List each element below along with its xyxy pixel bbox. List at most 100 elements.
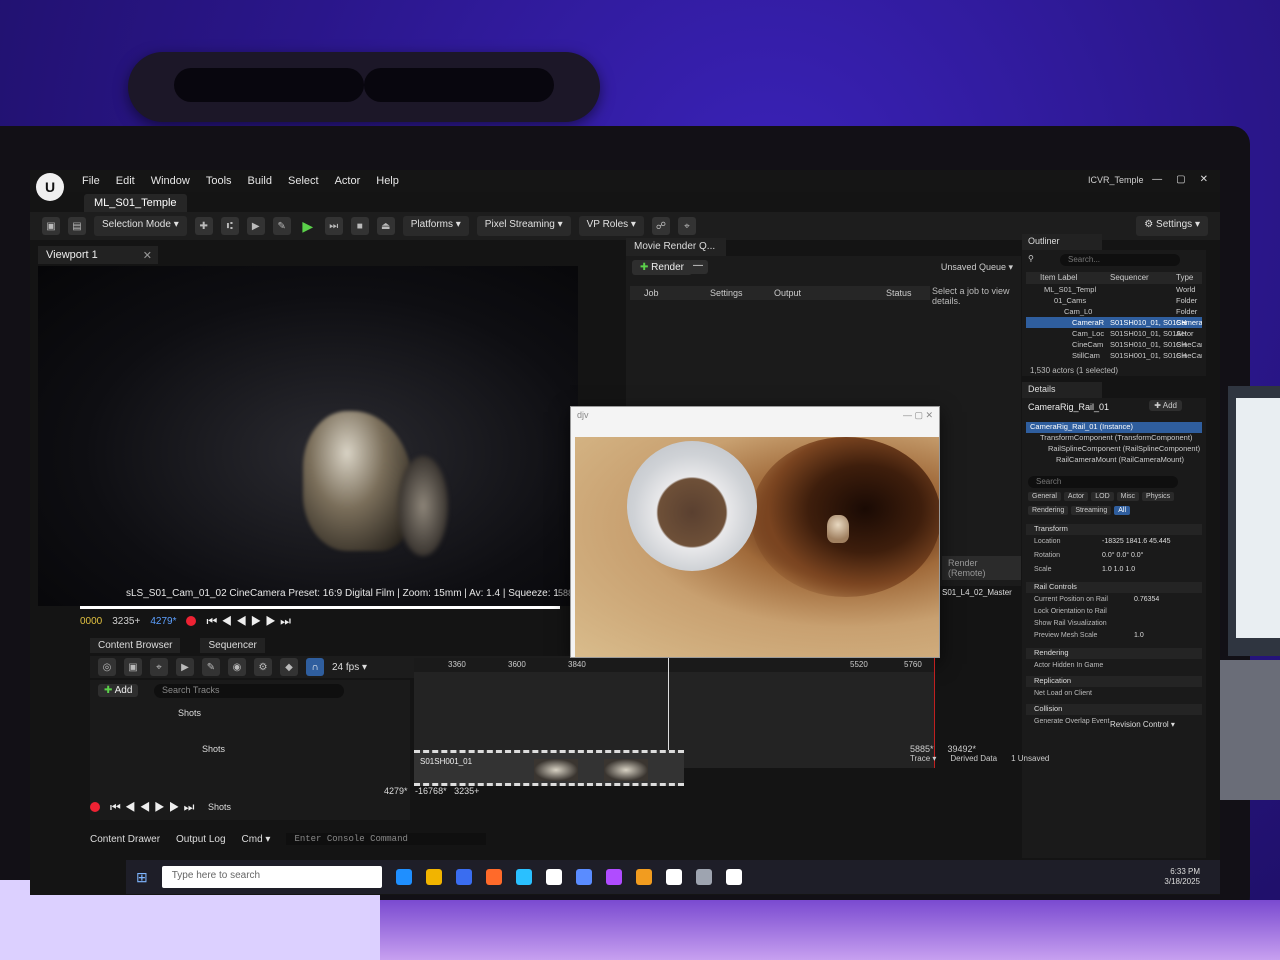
eject-icon[interactable]: ⏏ [376,217,395,235]
render-movie-icon[interactable]: ▶ [176,658,194,676]
djv-icon[interactable] [725,869,742,885]
windows-start-icon[interactable]: ⊞ [136,869,148,886]
filter-lod[interactable]: LOD [1091,492,1114,501]
section-rail-controls[interactable]: Rail Controls [1026,582,1202,593]
level-tab[interactable]: ML_S01_Temple [84,194,187,212]
unsaved-queue-dropdown[interactable]: Unsaved Queue ▾ [941,262,1013,273]
virtual-camera-icon[interactable]: ⌖ [677,217,696,235]
remove-job-button[interactable]: — [688,260,708,274]
outliner-row-selected[interactable]: CameraR S01SH010_01, S01SH Camera [1026,317,1202,328]
output-log-button[interactable]: Output Log [176,834,225,845]
movie-render-tab[interactable]: Movie Render Q... [626,238,726,256]
range-current[interactable]: 4279* [384,786,408,796]
menu-window[interactable]: Window [151,175,190,187]
close-icon[interactable]: ✕ [1200,174,1208,185]
shot-film-strip[interactable]: S01SH001_01 [414,750,684,786]
component-row[interactable]: TransformComponent (TransformComponent) [1026,433,1202,444]
stop-icon[interactable]: ■ [350,217,369,235]
app-icon[interactable] [635,869,652,885]
filter-actor[interactable]: Actor [1063,492,1089,501]
cinematics-icon[interactable]: ▶ [246,217,265,235]
transport-controls-icon[interactable]: ⏮◀◀▶▶⏭ [206,614,294,629]
section-collision[interactable]: Collision [1026,704,1202,715]
menu-actor[interactable]: Actor [335,175,361,187]
snap-icon[interactable]: ∩ [306,658,324,676]
image-viewer-window[interactable]: djv — ▢ ✕ [570,406,940,658]
sequencer-record-icon[interactable] [90,802,100,812]
filter-general[interactable]: General [1028,492,1061,501]
current-frame[interactable]: 4279* [150,616,176,627]
render-button[interactable]: ✚ Render [632,260,692,275]
add-track-button[interactable]: ✚ Add [98,684,139,697]
section-replication[interactable]: Replication [1026,676,1202,687]
selection-mode-button[interactable]: Selection Mode ▾ [94,216,187,236]
console-input[interactable]: Enter Console Command [286,833,487,845]
unreal-taskbar-icon[interactable] [665,869,682,885]
unreal-logo-icon[interactable]: U [36,173,64,201]
world-icon[interactable]: ◎ [98,658,116,676]
prop-value[interactable]: -18325 1841.6 45.445 [1102,538,1171,545]
component-row-selected[interactable]: CameraRig_Rail_01 (Instance) [1026,422,1202,433]
add-actor-icon[interactable]: ✚ [194,217,213,235]
app-icon[interactable] [545,869,562,885]
outliner-row[interactable]: ML_S01_Templ World [1026,284,1202,295]
section-rendering[interactable]: Rendering [1026,648,1202,659]
outliner-row[interactable]: StillCam S01SH001_01, S01SH CineCar [1026,350,1202,361]
range-start[interactable]: -16768* [415,786,447,796]
filter-rendering[interactable]: Rendering [1028,506,1069,515]
component-row[interactable]: RailSplineComponent (RailSplineComponent… [1026,444,1202,455]
prop-value[interactable]: 1.0 1.0 1.0 [1102,566,1135,573]
menu-file[interactable]: File [82,175,100,187]
filter-icon[interactable]: ⚲ [1028,254,1034,263]
content-drawer-button[interactable]: Content Drawer [90,834,160,845]
record-icon[interactable] [186,616,197,626]
blueprint-icon[interactable]: ⑆ [220,217,239,235]
outliner-row[interactable]: CineCam S01SH010_01, S01SH CineCar [1026,339,1202,350]
track-row-shots[interactable]: Shots [98,706,398,722]
frame-rate-dropdown[interactable]: 24 fps ▾ [332,662,367,673]
section-transform[interactable]: Transform [1026,524,1202,535]
filter-streaming[interactable]: Streaming [1071,506,1112,515]
derived-data-button[interactable]: Derived Data [950,754,997,763]
file-explorer-icon[interactable] [425,869,442,885]
outliner-row[interactable]: Cam_L0 Folder [1026,306,1202,317]
app-icon[interactable] [515,869,532,885]
camera-icon[interactable]: ⌖ [150,658,168,676]
playback-options-icon[interactable]: ⚙ [254,658,272,676]
outliner-tab[interactable]: Outliner [1022,234,1102,250]
modes-icon[interactable]: ✎ [272,217,291,235]
maximize-icon[interactable]: ▢ [1176,174,1185,185]
filter-physics[interactable]: Physics [1142,492,1175,501]
vp-roles-button[interactable]: VP Roles ▾ [578,216,644,236]
details-search[interactable]: Search [1028,476,1178,488]
unsaved-indicator[interactable]: 1 Unsaved [1011,754,1049,763]
app-icon[interactable] [695,869,712,885]
menu-build[interactable]: Build [248,175,272,187]
menu-edit[interactable]: Edit [116,175,135,187]
viewport-close-icon[interactable]: ✕ [143,249,152,262]
viewport[interactable] [38,266,578,606]
image-viewer-controls[interactable]: — ▢ ✕ [903,410,933,422]
minimize-icon[interactable]: — [1152,174,1162,185]
taskbar-search[interactable]: Type here to search [161,866,382,888]
menu-help[interactable]: Help [376,175,399,187]
timeline-ruler[interactable]: 3360 3600 3840 5520 5760 [414,658,934,672]
render-remote-button[interactable]: Render (Remote) [942,556,1021,580]
outliner-row[interactable]: 01_Cams Folder [1026,295,1202,306]
viewport-scrub-bar[interactable] [80,606,560,609]
multiuser-icon[interactable]: ☍ [651,217,670,235]
save-icon[interactable]: ▣ [42,217,60,235]
filter-misc[interactable]: Misc [1116,492,1140,501]
prop-value[interactable]: 1.0 [1134,632,1144,639]
save-sequence-icon[interactable]: ▣ [124,658,142,676]
sequencer-transport-controls-icon[interactable]: ⏮◀◀▶▶⏭ [110,800,198,815]
search-tracks-input[interactable]: Search Tracks [154,684,344,698]
tab-content-browser[interactable]: Content Browser [90,637,181,653]
key-icon[interactable]: ◆ [280,658,298,676]
add-component-button[interactable]: ✚ Add [1149,400,1182,411]
powershell-icon[interactable] [455,869,472,885]
firefox-icon[interactable] [485,869,502,885]
settings-button[interactable]: ⚙ Settings ▾ [1136,216,1208,236]
app-icon[interactable] [605,869,622,885]
cmd-dropdown[interactable]: Cmd ▾ [242,834,271,845]
